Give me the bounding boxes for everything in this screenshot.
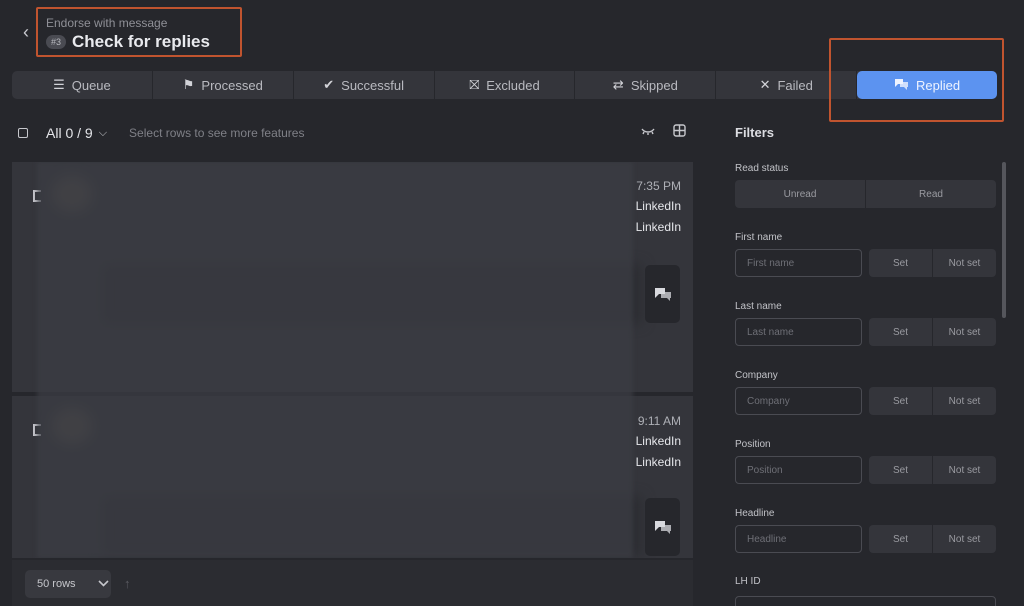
- tab-skipped[interactable]: ⇄ Skipped: [575, 71, 717, 99]
- source-label: LinkedIn: [635, 220, 681, 234]
- stack-icon: ☰: [53, 77, 65, 92]
- filter-label-headline: Headline: [735, 508, 775, 519]
- lh-id-input[interactable]: [735, 596, 996, 606]
- grid-icon[interactable]: [673, 124, 686, 140]
- filter-label-company: Company: [735, 370, 778, 381]
- chevron-down-icon[interactable]: ⌵: [99, 127, 107, 140]
- filter-label-first-name: First name: [735, 232, 783, 243]
- tab-label: Excluded: [486, 77, 540, 93]
- tab-label: Skipped: [630, 77, 678, 93]
- tab-processed[interactable]: ⚑ Processed: [153, 71, 294, 99]
- not-set-button[interactable]: Not set: [933, 387, 996, 415]
- read-status-unread[interactable]: Unread: [735, 180, 866, 208]
- filter-label-read-status: Read status: [735, 163, 789, 174]
- last-name-input[interactable]: [735, 318, 862, 346]
- chevron-down-icon: [97, 578, 109, 590]
- tab-successful[interactable]: ✔ Successful: [294, 71, 435, 99]
- position-set-toggle: Set Not set: [869, 456, 996, 484]
- tab-excluded[interactable]: ⛝ Excluded: [435, 71, 576, 99]
- flag-icon: ⚑: [182, 77, 195, 92]
- set-button[interactable]: Set: [869, 387, 933, 415]
- set-button[interactable]: Set: [869, 456, 933, 484]
- open-chat-button[interactable]: [645, 498, 680, 556]
- reply-time: 7:35 PM: [636, 179, 681, 193]
- set-button[interactable]: Set: [869, 318, 933, 346]
- reply-time: 9:11 AM: [637, 414, 681, 428]
- hide-icon[interactable]: [641, 124, 655, 140]
- title-highlight-box: Endorse with message #3 Check for replie…: [36, 7, 242, 57]
- x-icon: ✕: [759, 77, 771, 92]
- source-label: LinkedIn: [635, 199, 681, 213]
- tab-label: Processed: [201, 77, 263, 93]
- status-tabs: ☰ Queue ⚑ Processed ✔ Successful ⛝ Exclu…: [12, 71, 998, 99]
- page-title: Check for replies: [72, 32, 210, 51]
- not-set-button[interactable]: Not set: [933, 525, 996, 553]
- privacy-blur-overlay: [37, 162, 633, 558]
- toolbar-icons: [641, 124, 686, 140]
- tab-failed[interactable]: ✕ Failed: [716, 71, 858, 99]
- headline-input[interactable]: [735, 525, 862, 553]
- set-button[interactable]: Set: [869, 249, 933, 277]
- filter-label-position: Position: [735, 439, 771, 450]
- back-chevron-icon[interactable]: ‹: [16, 22, 36, 42]
- first-name-input[interactable]: [735, 249, 862, 277]
- filter-label-lh-id: LH ID: [735, 576, 761, 587]
- excluded-icon: ⛝: [469, 77, 480, 92]
- list-toolbar: All 0 / 9 ⌵ Select rows to see more feat…: [18, 122, 698, 144]
- not-set-button[interactable]: Not set: [933, 318, 996, 346]
- tab-replied[interactable]: Replied: [857, 71, 998, 99]
- first-name-set-toggle: Set Not set: [869, 249, 996, 277]
- not-set-button[interactable]: Not set: [933, 249, 996, 277]
- campaign-subtitle: Endorse with message: [46, 16, 168, 30]
- check-icon: ✔: [323, 77, 335, 92]
- open-chat-button[interactable]: [645, 265, 680, 323]
- last-name-set-toggle: Set Not set: [869, 318, 996, 346]
- select-hint: Select rows to see more features: [129, 126, 305, 140]
- filters-panel: Filters Read status Unread Read First na…: [723, 118, 1018, 606]
- filters-title: Filters: [735, 125, 775, 140]
- rows-per-page-value: 50 rows: [37, 578, 76, 590]
- tab-label: Queue: [71, 77, 111, 93]
- source-label: LinkedIn: [635, 434, 681, 448]
- selection-count[interactable]: All 0 / 9: [46, 125, 93, 141]
- tab-label: Successful: [341, 77, 405, 93]
- step-badge: #3: [46, 35, 67, 49]
- read-status-toggle: Unread Read: [735, 180, 996, 208]
- company-input[interactable]: [735, 387, 862, 415]
- scroll-top-arrow-icon[interactable]: ↑: [124, 576, 131, 591]
- filters-scrollbar[interactable]: [1002, 162, 1006, 318]
- set-button[interactable]: Set: [869, 525, 933, 553]
- rows-per-page-select[interactable]: 50 rows: [25, 570, 111, 598]
- read-status-read[interactable]: Read: [866, 180, 996, 208]
- headline-set-toggle: Set Not set: [869, 525, 996, 553]
- tab-label: Replied: [916, 77, 961, 93]
- title-row: #3 Check for replies: [46, 32, 210, 52]
- tab-queue[interactable]: ☰ Queue: [12, 71, 153, 99]
- not-set-button[interactable]: Not set: [933, 456, 996, 484]
- tab-label: Failed: [777, 77, 813, 93]
- position-input[interactable]: [735, 456, 862, 484]
- chat-icon: [894, 78, 909, 93]
- select-all-checkbox[interactable]: [18, 128, 28, 138]
- replies-list: 7:35 PM LinkedIn LinkedIn 9:11 AM Linked…: [12, 162, 693, 558]
- header: ‹ Endorse with message #3 Check for repl…: [0, 0, 1024, 66]
- list-footer: 50 rows ↑: [12, 560, 693, 606]
- filter-label-last-name: Last name: [735, 301, 782, 312]
- source-label: LinkedIn: [635, 455, 681, 469]
- company-set-toggle: Set Not set: [869, 387, 996, 415]
- skip-icon: ⇄: [612, 77, 624, 92]
